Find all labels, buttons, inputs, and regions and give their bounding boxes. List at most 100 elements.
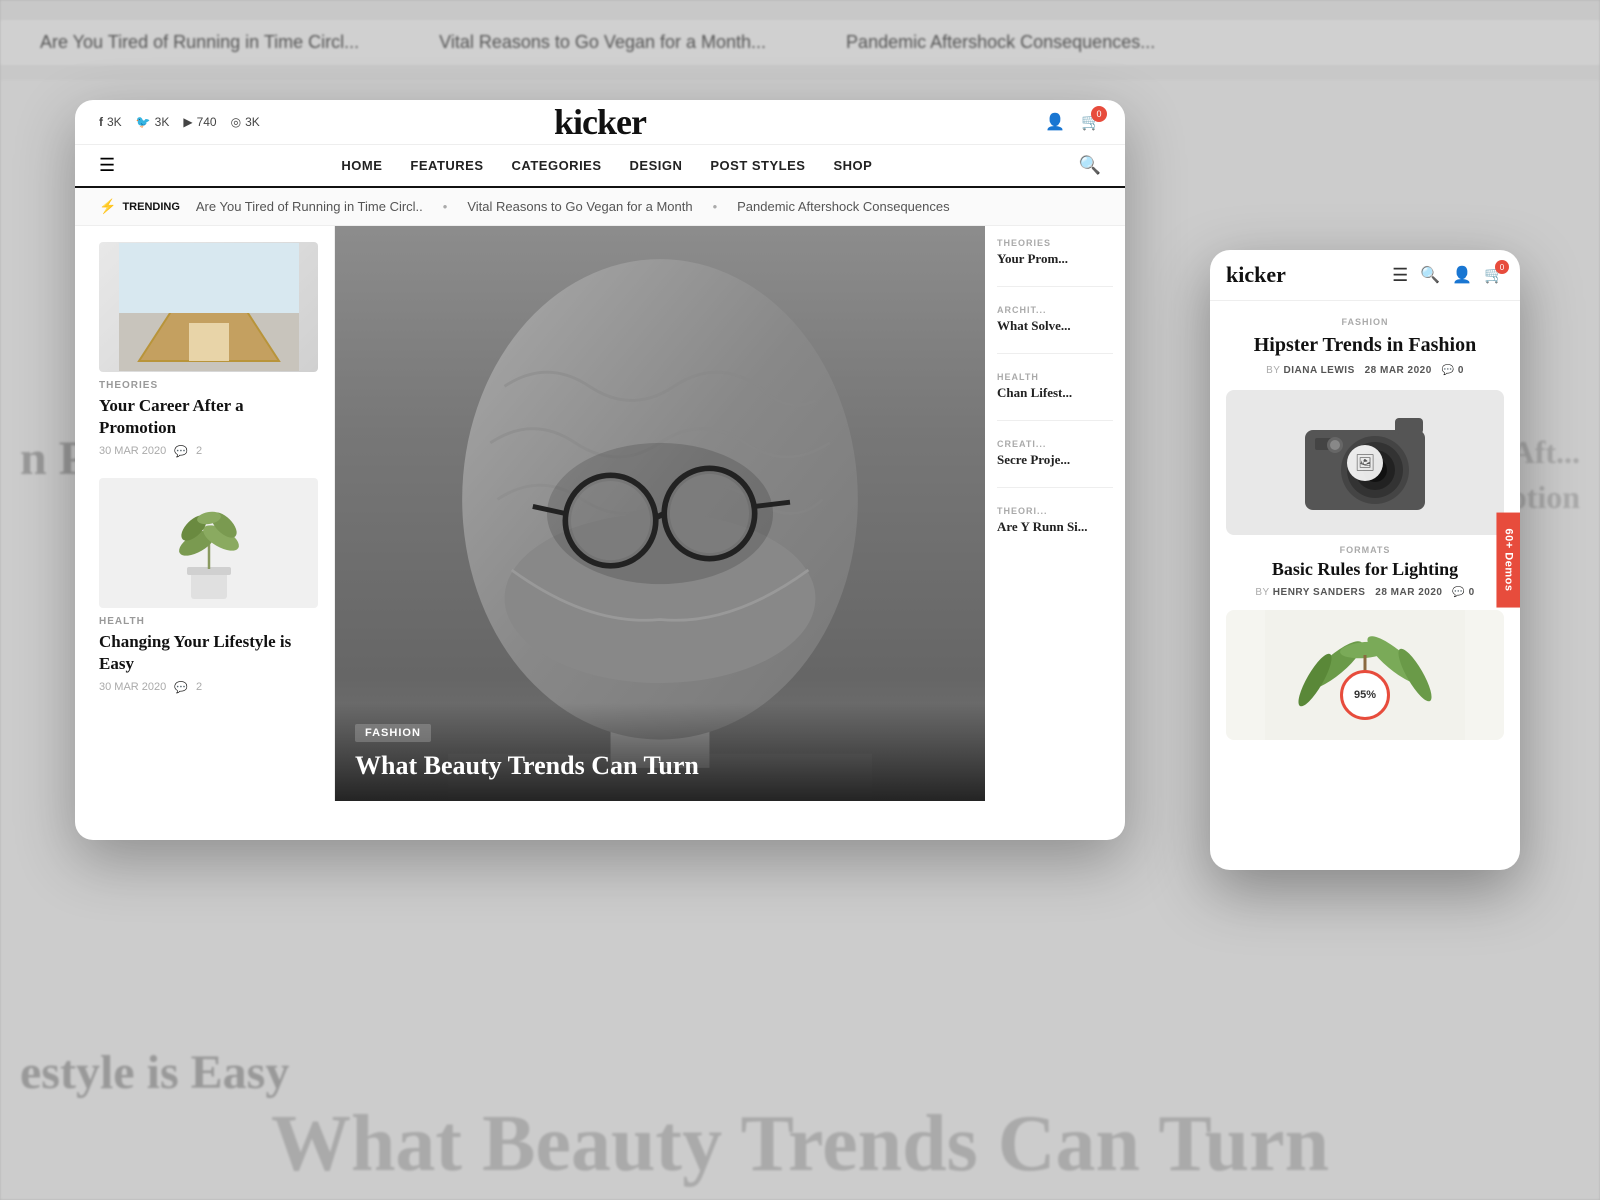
right-cat-4: CREATI... [997, 439, 1113, 449]
triangle-building-svg [119, 243, 299, 371]
facebook-count: 3K [107, 115, 122, 129]
right-title-5[interactable]: Are Y Runn Si... [997, 519, 1113, 536]
trending-item-2[interactable]: Vital Reasons to Go Vegan for a Month [467, 199, 692, 214]
mobile-user-icon[interactable]: 👤 [1452, 265, 1472, 285]
instagram-icon: ◎ [231, 115, 241, 129]
facebook-link[interactable]: f 3K [99, 115, 122, 129]
mobile-camera-article-category: FORMATS [1226, 545, 1504, 555]
mobile-search-icon[interactable]: 🔍 [1420, 265, 1440, 285]
mobile-featured-author: DIANA LEWIS [1284, 365, 1355, 376]
mobile-featured-title[interactable]: Hipster Trends in Fashion [1226, 333, 1504, 357]
lifestyle-article-category: HEALTH [99, 616, 318, 627]
youtube-icon: ▶ [183, 115, 192, 129]
desktop-nav: ☰ HOME FEATURES CATEGORIES DESIGN POST S… [75, 145, 1125, 188]
trending-text: TRENDING [122, 201, 179, 213]
bg-large-heading: What Beauty Trends Can Turn [0, 1099, 1600, 1200]
desktop-modal: f 3K 🐦 3K ▶ 740 ◎ 3K kicker 👤 🛒 0 [75, 100, 1125, 840]
nav-links: HOME FEATURES CATEGORIES DESIGN POST STY… [135, 158, 1078, 173]
nav-home[interactable]: HOME [341, 158, 382, 173]
nav-post-styles[interactable]: POST STYLES [710, 158, 805, 173]
mobile-plant-image: 95% [1226, 610, 1504, 740]
bg-ticker-bar: Are You Tired of Running in Time Circl..… [0, 20, 1600, 65]
youtube-link[interactable]: ▶ 740 [183, 115, 216, 129]
mobile-content: FASHION Hipster Trends in Fashion BY DIA… [1210, 301, 1520, 865]
right-article-2: ARCHIT... What Solve... [997, 305, 1113, 354]
trending-dot-2: • [713, 199, 718, 214]
mobile-header: kicker ☰ 🔍 👤 🛒 0 [1210, 250, 1520, 301]
featured-article-image: FASHION What Beauty Trends Can Turn [335, 226, 985, 801]
mobile-featured-category: FASHION [1226, 317, 1504, 327]
mobile-camera-image: 🖼 [1226, 390, 1504, 535]
desktop-main-content: THEORIES Your Career After a Promotion 3… [75, 226, 1125, 801]
lifestyle-article-date: 30 MAR 2020 [99, 681, 166, 694]
mobile-camera-comments: 0 [1469, 587, 1475, 598]
right-article-1: THEORIES Your Prom... [997, 238, 1113, 287]
mobile-logo[interactable]: kicker [1226, 262, 1392, 288]
photo-icon: 🖼 [1347, 445, 1383, 481]
desktop-logo[interactable]: kicker [554, 101, 646, 143]
hamburger-menu-icon[interactable]: ☰ [99, 155, 115, 176]
bg-bottom-heading: estyle is Easy [20, 1045, 289, 1100]
featured-category-badge: FASHION [355, 724, 431, 742]
right-title-3[interactable]: Chan Lifest... [997, 385, 1113, 402]
bg-ticker-item-2: Vital Reasons to Go Vegan for a Month... [439, 32, 766, 53]
trending-item-1[interactable]: Are You Tired of Running in Time Circl.. [196, 199, 423, 214]
career-article-meta: 30 MAR 2020 💬 2 [99, 445, 318, 458]
mobile-camera-article-byline: BY HENRY SANDERS 28 MAR 2020 💬 0 [1226, 587, 1504, 598]
mobile-featured-date: 28 MAR 2020 [1365, 365, 1432, 376]
mobile-cart-badge: 0 [1495, 260, 1509, 274]
youtube-count: 740 [197, 115, 217, 129]
trending-bolt-icon: ⚡ [99, 198, 116, 215]
right-column: THEORIES Your Prom... ARCHIT... What Sol… [985, 226, 1125, 801]
percent-badge: 95% [1340, 670, 1390, 720]
right-title-4[interactable]: Secre Proje... [997, 452, 1113, 469]
career-article-category: THEORIES [99, 380, 318, 391]
mobile-featured-byline: BY DIANA LEWIS 28 MAR 2020 💬 0 [1226, 365, 1504, 376]
twitter-count: 3K [155, 115, 170, 129]
nav-categories[interactable]: CATEGORIES [512, 158, 602, 173]
demos-tab[interactable]: 60+ Demos [1497, 513, 1520, 608]
right-cat-3: HEALTH [997, 372, 1113, 382]
right-article-4: CREATI... Secre Proje... [997, 439, 1113, 488]
right-article-3: HEALTH Chan Lifest... [997, 372, 1113, 421]
featured-title[interactable]: What Beauty Trends Can Turn [355, 750, 965, 781]
right-cat-1: THEORIES [997, 238, 1113, 248]
lifestyle-article-title[interactable]: Changing Your Lifestyle is Easy [99, 631, 318, 675]
header-right-icons: 👤 🛒 0 [1045, 112, 1101, 132]
mobile-camera-article-title[interactable]: Basic Rules for Lighting [1226, 559, 1504, 581]
right-cat-5: THEORI... [997, 506, 1113, 516]
user-icon[interactable]: 👤 [1045, 112, 1065, 132]
career-comment-icon: 💬 [174, 445, 188, 458]
right-title-1[interactable]: Your Prom... [997, 251, 1113, 268]
cart-icon-wrapper[interactable]: 🛒 0 [1081, 112, 1101, 132]
mobile-modal: kicker ☰ 🔍 👤 🛒 0 FASHION Hipster Trends … [1210, 250, 1520, 870]
bg-ticker-item-3: Pandemic Aftershock Consequences... [846, 32, 1155, 53]
mobile-nav-icons: ☰ 🔍 👤 🛒 0 [1392, 265, 1504, 286]
left-column: THEORIES Your Career After a Promotion 3… [75, 226, 335, 801]
article-card-career: THEORIES Your Career After a Promotion 3… [99, 242, 318, 458]
career-article-image [99, 242, 318, 372]
right-article-5: THEORI... Are Y Runn Si... [997, 506, 1113, 554]
lifestyle-article-meta: 30 MAR 2020 💬 2 [99, 681, 318, 694]
mobile-featured-comments: 0 [1458, 365, 1464, 376]
right-title-2[interactable]: What Solve... [997, 318, 1113, 335]
center-featured-column: FASHION What Beauty Trends Can Turn [335, 226, 985, 801]
featured-overlay: FASHION What Beauty Trends Can Turn [335, 703, 985, 801]
nav-shop[interactable]: SHOP [833, 158, 872, 173]
twitter-link[interactable]: 🐦 3K [136, 115, 170, 129]
desktop-header: f 3K 🐦 3K ▶ 740 ◎ 3K kicker 👤 🛒 0 [75, 100, 1125, 145]
facebook-icon: f [99, 115, 103, 129]
bg-ticker-item-1: Are You Tired of Running in Time Circl..… [40, 32, 359, 53]
lifestyle-article-comments: 2 [196, 681, 202, 694]
search-icon[interactable]: 🔍 [1079, 155, 1101, 176]
mobile-hamburger-icon[interactable]: ☰ [1392, 265, 1408, 286]
trending-item-3[interactable]: Pandemic Aftershock Consequences [737, 199, 949, 214]
trending-items: Are You Tired of Running in Time Circl..… [196, 199, 950, 214]
nav-design[interactable]: DESIGN [630, 158, 683, 173]
mobile-cart-wrapper[interactable]: 🛒 0 [1484, 265, 1504, 285]
career-article-title[interactable]: Your Career After a Promotion [99, 395, 318, 439]
trending-dot-1: • [443, 199, 448, 214]
instagram-link[interactable]: ◎ 3K [231, 115, 260, 129]
percent-value: 95% [1354, 689, 1376, 701]
nav-features[interactable]: FEATURES [410, 158, 483, 173]
